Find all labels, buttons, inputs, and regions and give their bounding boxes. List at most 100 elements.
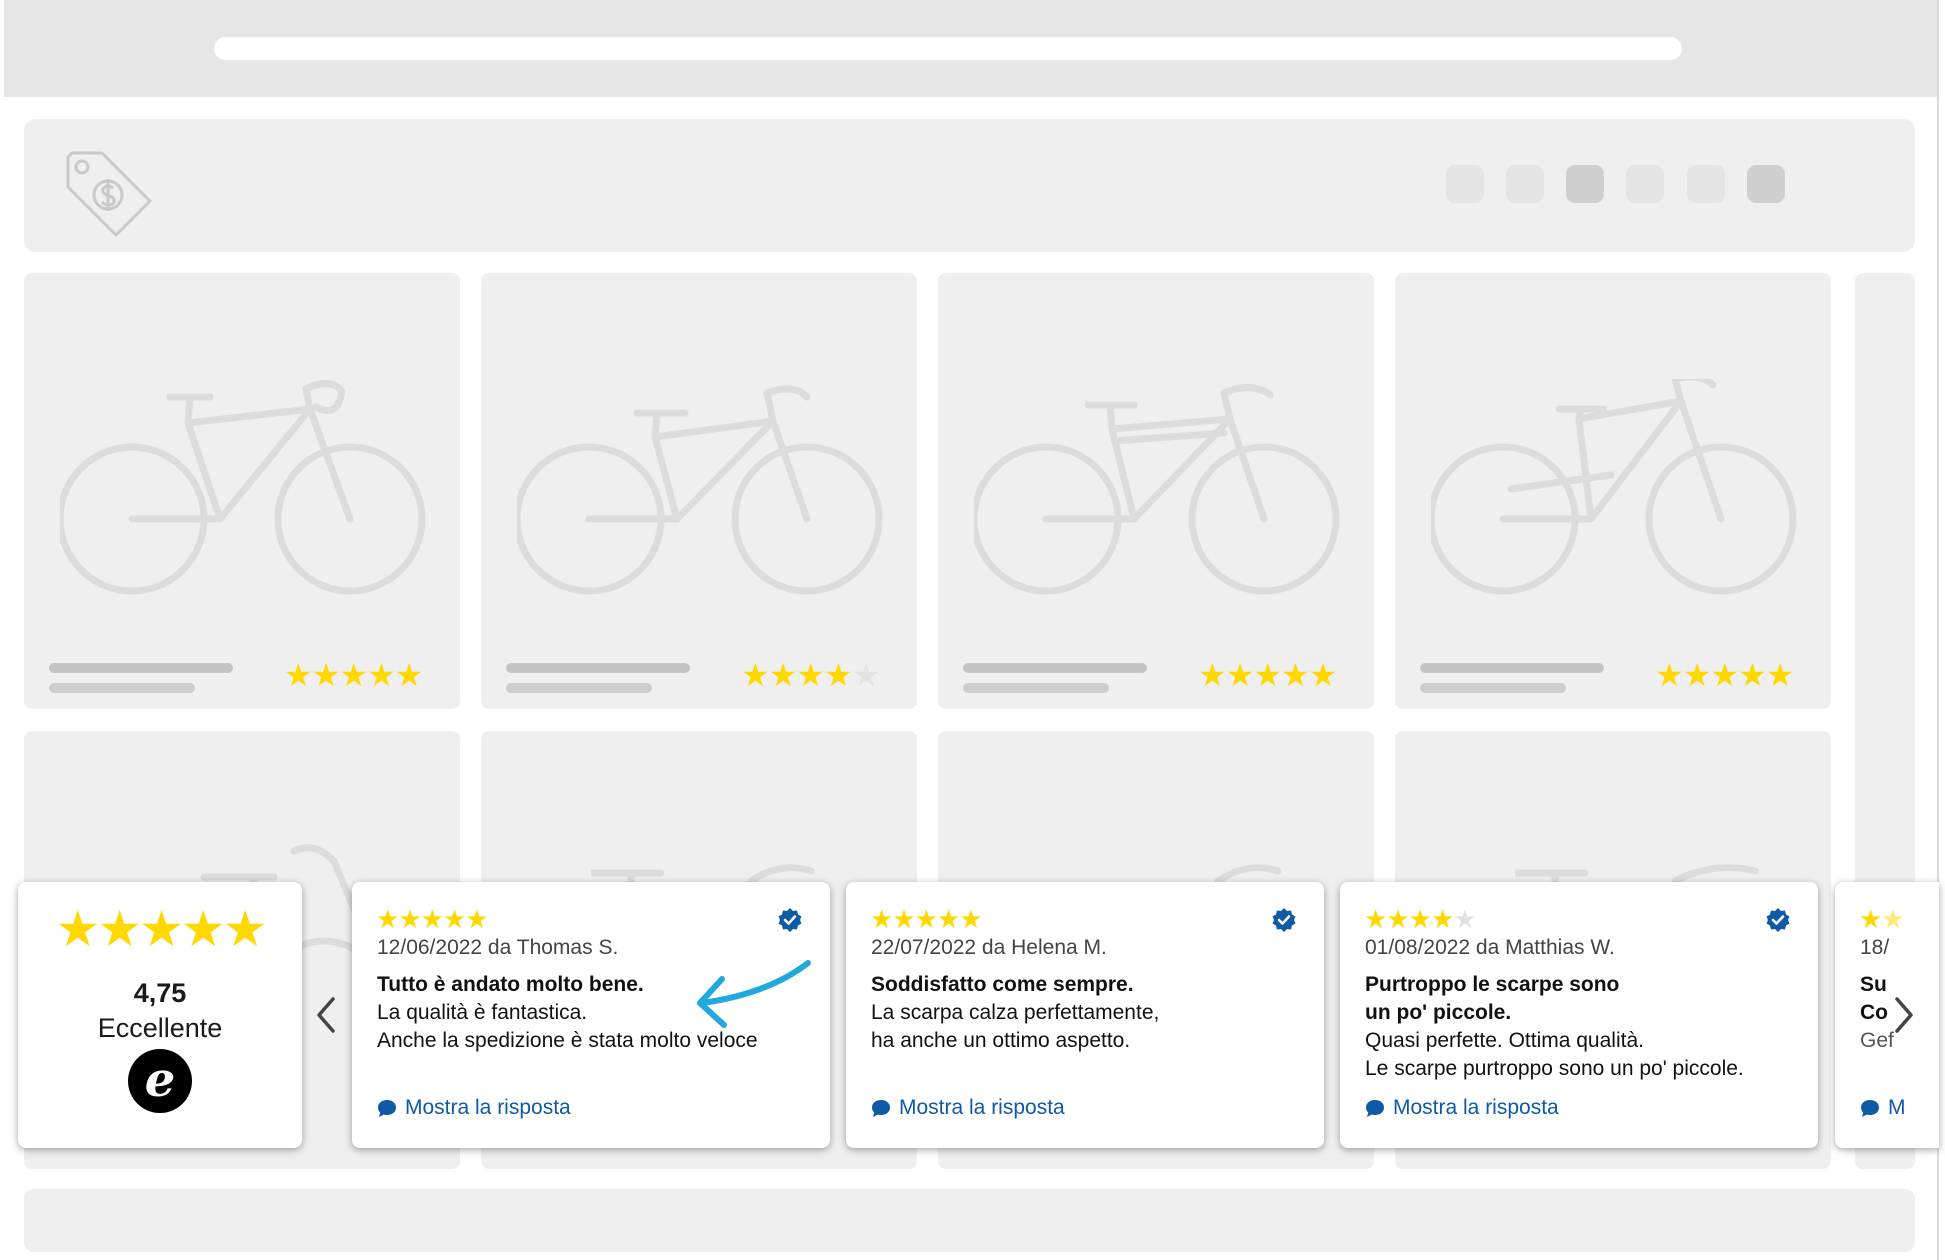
nav-placeholder[interactable] <box>1566 165 1604 203</box>
nav-placeholder[interactable] <box>1747 165 1785 203</box>
bicycle-icon <box>974 384 1340 595</box>
review-body-line: Le scarpe purtroppo sono un po' piccole. <box>1365 1057 1744 1080</box>
star-icon: ★ <box>1682 657 1712 693</box>
star-icon: ★ <box>914 904 938 934</box>
star-icon: ★ <box>1710 657 1739 693</box>
star-icon: ★ <box>139 901 184 957</box>
carousel-prev-button[interactable] <box>308 985 344 1045</box>
product-card[interactable]: ★★★★★ <box>24 273 460 709</box>
star-icon: ★ <box>870 904 893 934</box>
review-title-line: Soddisfatto come sempre. <box>871 973 1134 996</box>
price-tag-icon <box>66 151 152 237</box>
star-icon: ★ <box>442 904 466 934</box>
product-card[interactable]: ★★★★★ <box>1395 273 1831 709</box>
nav-placeholder[interactable] <box>1446 165 1484 203</box>
product-card[interactable]: ★★★★★ <box>938 273 1374 709</box>
star-icon: ★ <box>824 657 853 693</box>
star-icon: ★ <box>1738 657 1767 693</box>
star-icon: ★ <box>851 657 881 693</box>
star-icon: ★ <box>376 904 399 934</box>
star-icon: ★ <box>180 901 226 957</box>
speech-bubble-icon <box>872 1100 890 1117</box>
star-icon: ★ <box>1765 657 1795 693</box>
review-card[interactable]: ★★★★★ 01/08/2022 da Matthias W. Purtroppo … <box>1340 882 1818 1148</box>
summary-stars: ★★★★★ <box>18 904 302 954</box>
review-meta: 18/ <box>1860 936 1890 959</box>
star-icon: ★ <box>741 657 770 693</box>
review-stars: ★★★★★ <box>376 904 489 934</box>
star-icon: ★ <box>311 657 341 693</box>
product-title-placeholder <box>506 663 690 673</box>
product-rating: ★★★★★ <box>1198 657 1338 693</box>
review-stars: ★★★★★ <box>870 904 983 934</box>
carousel-next-button[interactable] <box>1886 985 1922 1045</box>
star-icon: ★ <box>768 657 798 693</box>
annotation-arrow-icon <box>697 960 811 1028</box>
verified-badge-icon <box>778 908 802 932</box>
product-rating: ★★★★★ <box>741 657 881 693</box>
trusted-shops-logo[interactable]: e <box>128 1049 192 1113</box>
star-icon: ★ <box>959 904 982 934</box>
show-reply-link[interactable]: Mostra la risposta <box>1365 1096 1559 1120</box>
show-reply-label: Mostra la risposta <box>405 1096 571 1119</box>
site-footer <box>24 1189 1915 1252</box>
star-icon: ★ <box>1308 657 1338 693</box>
star-icon: ★ <box>284 657 313 693</box>
rating-summary[interactable]: ★★★★★ 4,75 Eccellente e <box>18 882 302 1148</box>
product-title-placeholder <box>963 663 1147 673</box>
star-icon: ★ <box>1408 904 1432 934</box>
nav-placeholder[interactable] <box>1687 165 1725 203</box>
star-icon: ★ <box>1281 657 1310 693</box>
review-body-line: La scarpa calza perfettamente, <box>871 1001 1160 1024</box>
show-reply-label: M <box>1888 1096 1906 1119</box>
star-icon: ★ <box>892 904 915 934</box>
star-icon: ★ <box>222 901 268 957</box>
review-stars: ★★ <box>1859 904 1905 934</box>
star-icon: ★ <box>55 901 100 957</box>
product-title-placeholder <box>1420 663 1604 673</box>
star-icon: ★ <box>394 657 424 693</box>
star-icon: ★ <box>1859 904 1882 934</box>
review-body-line: Quasi perfette. Ottima qualità. <box>1365 1029 1644 1052</box>
address-bar[interactable] <box>214 37 1682 60</box>
star-icon: ★ <box>1430 904 1454 934</box>
star-icon: ★ <box>936 904 960 934</box>
star-icon: ★ <box>1655 657 1684 693</box>
review-stars: ★★★★★ <box>1364 904 1477 934</box>
star-icon: ★ <box>1453 904 1476 934</box>
bicycle-icon <box>517 385 883 595</box>
star-icon: ★ <box>1881 904 1904 934</box>
review-meta: 12/06/2022 da Thomas S. <box>377 936 619 959</box>
show-reply-link[interactable]: Mostra la risposta <box>377 1096 571 1120</box>
star-icon: ★ <box>796 657 825 693</box>
review-title-line: un po' piccole. <box>1365 1001 1512 1024</box>
star-icon: ★ <box>465 904 488 934</box>
star-icon: ★ <box>1225 657 1255 693</box>
logo-letter: e <box>144 1052 176 1108</box>
product-rating: ★★★★★ <box>284 657 424 693</box>
product-card[interactable]: ★★★★★ <box>481 273 917 709</box>
star-icon: ★ <box>367 657 396 693</box>
speech-bubble-icon <box>1861 1100 1879 1117</box>
product-price-placeholder <box>506 683 652 693</box>
star-icon: ★ <box>398 904 421 934</box>
nav-placeholder[interactable] <box>1626 165 1664 203</box>
chevron-right-icon <box>1895 997 1913 1033</box>
nav-placeholder[interactable] <box>1506 165 1544 203</box>
bicycle-icon <box>60 380 426 595</box>
show-reply-link[interactable]: Mostra la risposta <box>871 1096 1065 1120</box>
product-price-placeholder <box>49 683 195 693</box>
star-icon: ★ <box>1253 657 1282 693</box>
review-body-line: ha anche un ottimo aspetto. <box>871 1029 1131 1052</box>
product-price-placeholder <box>1420 683 1566 693</box>
star-icon: ★ <box>97 901 142 957</box>
review-card[interactable]: ★★★★★ 22/07/2022 da Helena M. Soddisfatto … <box>846 882 1324 1148</box>
speech-bubble-icon <box>1366 1100 1384 1117</box>
star-icon: ★ <box>1386 904 1409 934</box>
browser-toolbar <box>4 0 1937 97</box>
show-reply-label: Mostra la risposta <box>1393 1096 1559 1119</box>
average-score: 4,75 <box>133 978 187 1008</box>
review-meta: 01/08/2022 da Matthias W. <box>1365 936 1615 959</box>
show-reply-link[interactable]: M <box>1860 1096 1906 1120</box>
star-icon: ★ <box>420 904 444 934</box>
